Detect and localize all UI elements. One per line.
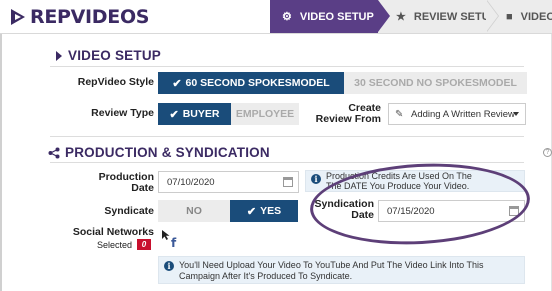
- syndication-date-input[interactable]: 07/15/2020: [378, 200, 525, 222]
- syndicate-label: Syndicate: [104, 205, 154, 217]
- step-review-setup[interactable]: ★ REVIEW SETUP: [378, 0, 499, 33]
- syndication-date-label-line2: Date: [351, 209, 374, 221]
- selected-count-badge: 0: [137, 239, 151, 250]
- info-line2: The DATE You Produce Your Video.: [326, 181, 470, 191]
- top-bar: REPVIDEOS ⚙ VIDEO SETUP ★ REVIEW SETUP ■…: [0, 0, 552, 34]
- check-icon: ✔: [246, 205, 257, 218]
- production-date-label-line2: Date: [131, 182, 154, 194]
- create-review-select[interactable]: ✎ Adding A Written Review: [388, 103, 526, 125]
- create-review-label: Create Review From: [300, 103, 381, 125]
- select-value: Adding A Written Review: [411, 108, 515, 120]
- video-camera-icon: ■: [506, 10, 513, 23]
- caret-right-icon: [56, 50, 62, 61]
- logo-text: REPVIDEOS: [30, 6, 150, 28]
- option-label: YES: [260, 205, 282, 217]
- option-label: 60 SECOND SPOKESMODEL: [185, 77, 330, 89]
- info-line2: Campaign After It's Produced To Syndicat…: [179, 271, 353, 281]
- left-border: [0, 34, 2, 291]
- step-label: REVIEW SETUP: [413, 10, 497, 23]
- gears-icon: ⚙: [282, 11, 292, 23]
- youtube-info: i You'll Need Upload Your Video To YouTu…: [158, 256, 525, 284]
- syndicate-option-no[interactable]: NO: [158, 200, 230, 222]
- facebook-icon[interactable]: f: [171, 236, 176, 250]
- syndicate-toggle: NO ✔ YES: [158, 200, 298, 222]
- selected-label: Selected: [96, 240, 132, 250]
- date-value: 07/15/2020: [387, 205, 435, 217]
- logo[interactable]: REPVIDEOS: [10, 6, 150, 28]
- info-line1: You'll Need Upload Your Video To YouTube…: [179, 260, 484, 270]
- production-syndication-title: PRODUCTION & SYNDICATION: [48, 145, 270, 160]
- star-icon: ★: [396, 11, 406, 23]
- cursor-icon: [162, 230, 170, 240]
- date-value: 07/10/2020: [167, 176, 215, 188]
- option-label: BUYER: [182, 108, 220, 120]
- review-type-buyer[interactable]: ✔ BUYER: [158, 103, 231, 125]
- video-setup-title: VIDEO SETUP: [56, 48, 161, 63]
- info-line1: Production Credits Are Used On The: [326, 171, 472, 181]
- option-label: NO: [186, 205, 202, 217]
- divider: [50, 66, 524, 67]
- chevron-down-icon: [513, 112, 519, 116]
- divider: [50, 162, 524, 163]
- check-icon: ✔: [172, 77, 182, 90]
- help-icon[interactable]: ?: [543, 148, 552, 157]
- production-credits-info: i Production Credits Are Used On The The…: [305, 170, 525, 192]
- step-video-setup[interactable]: ⚙ VIDEO SETUP: [270, 0, 390, 33]
- create-review-label-line2: Review From: [315, 113, 381, 125]
- section-title-text: VIDEO SETUP: [68, 48, 161, 63]
- check-icon: ✔: [169, 108, 179, 121]
- step-label: VIDEO: [520, 10, 552, 23]
- review-type-toggle: ✔ BUYER EMPLOYEE: [158, 103, 299, 125]
- review-type-label: Review Type: [91, 107, 154, 119]
- calendar-icon[interactable]: [283, 177, 293, 187]
- social-networks-label: Social Networks: [72, 226, 154, 238]
- share-icon: [48, 147, 60, 158]
- production-date-label: Production Date: [70, 172, 154, 194]
- info-icon: i: [311, 174, 321, 184]
- option-label: 30 SECOND NO SPOKESMODEL: [354, 77, 517, 89]
- option-label: EMPLOYEE: [235, 108, 295, 120]
- step-label: VIDEO SETUP: [299, 10, 374, 23]
- style-option-60-second[interactable]: ✔ 60 SECOND SPOKESMODEL: [158, 72, 344, 94]
- calendar-icon[interactable]: [509, 206, 519, 216]
- production-date-input[interactable]: 07/10/2020: [158, 171, 299, 193]
- section-title-text: PRODUCTION & SYNDICATION: [65, 145, 270, 160]
- repvideo-style-label: RepVideo Style: [77, 76, 154, 88]
- review-type-employee[interactable]: EMPLOYEE: [231, 103, 299, 125]
- syndication-date-label: Syndication Date: [300, 199, 374, 221]
- info-icon: i: [164, 261, 174, 271]
- divider: [50, 136, 524, 137]
- repvideo-style-toggle: ✔ 60 SECOND SPOKESMODEL 30 SECOND NO SPO…: [158, 72, 527, 94]
- syndicate-option-yes[interactable]: ✔ YES: [230, 200, 298, 222]
- step-wizard: ⚙ VIDEO SETUP ★ REVIEW SETUP ■ VIDEO: [270, 0, 552, 33]
- style-option-30-second[interactable]: 30 SECOND NO SPOKESMODEL: [344, 72, 527, 94]
- play-logo-icon: [11, 9, 25, 25]
- pencil-icon: ✎: [395, 108, 404, 120]
